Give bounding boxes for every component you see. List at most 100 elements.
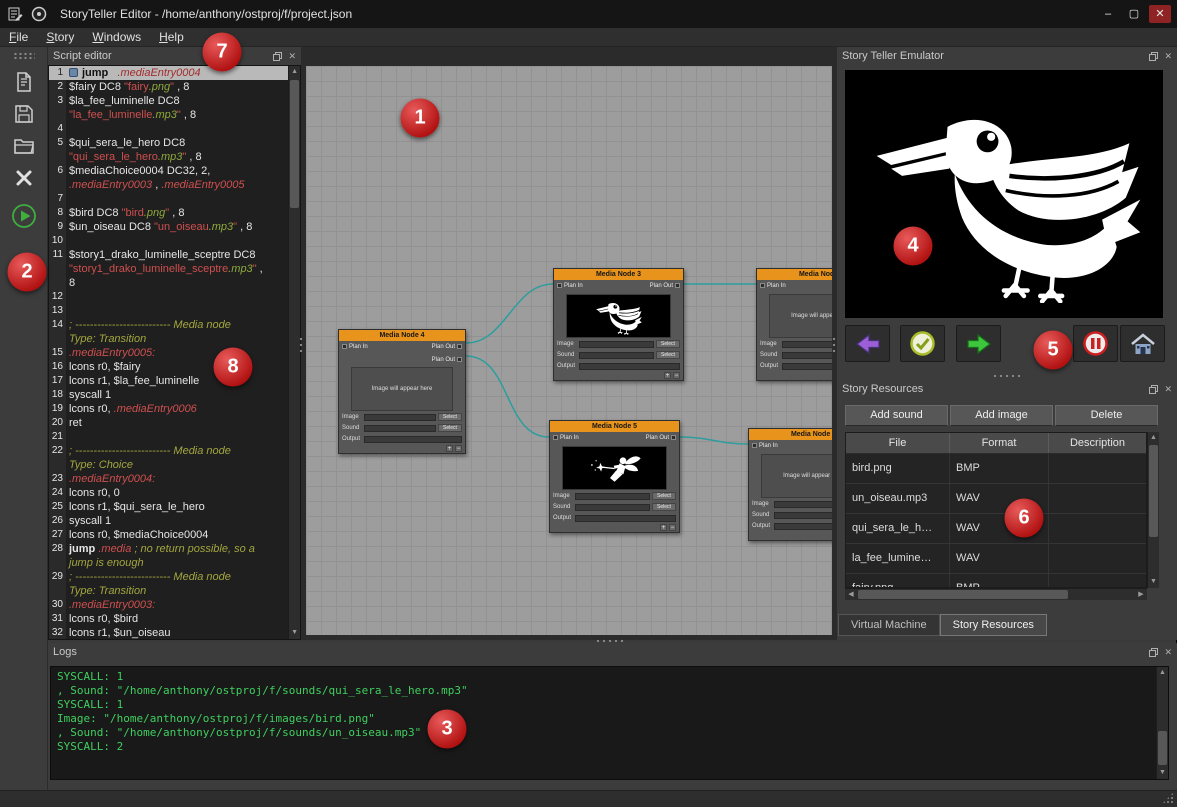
code-line[interactable]: 32lcons r1, $un_oiseau (49, 626, 288, 639)
code-line[interactable]: Type: Transition (49, 584, 288, 598)
plan-out-port[interactable]: Plan Out (432, 344, 464, 350)
float-panel-icon[interactable] (1149, 52, 1158, 61)
code-line[interactable]: 23.mediaEntry0004: (49, 472, 288, 486)
code-line[interactable]: 8$bird DC8 "bird.png" , 8 (49, 206, 288, 220)
scroll-left-icon[interactable]: ◀ (845, 589, 857, 601)
media-node[interactable]: Media Node 1Plan InPlan OutImage will ap… (756, 268, 832, 381)
float-panel-icon[interactable] (1149, 648, 1158, 657)
close-button[interactable]: ✕ (1149, 5, 1171, 23)
node-remove-icon[interactable]: − (669, 524, 676, 531)
select-image-button[interactable]: Select (656, 340, 680, 348)
code-line[interactable]: "qui_sera_le_hero.mp3" , 8 (49, 150, 288, 164)
scroll-down-icon[interactable]: ▼ (289, 627, 300, 639)
table-row[interactable]: fairy.pngBMP (846, 574, 1146, 588)
column-header-file[interactable]: File (846, 433, 950, 453)
node-add-icon[interactable]: + (446, 445, 453, 452)
menu-help[interactable]: Help (150, 29, 193, 45)
log-lines[interactable]: SYSCALL: 1, Sound: "/home/anthony/ostpro… (51, 667, 1156, 779)
plan-out-port[interactable]: Plan Out (432, 357, 464, 363)
node-add-icon[interactable]: + (664, 372, 671, 379)
node-add-icon[interactable]: + (660, 524, 667, 531)
plan-in-port[interactable]: Plan In (551, 435, 579, 441)
new-script-button[interactable] (8, 67, 40, 97)
menu-windows[interactable]: Windows (83, 29, 150, 45)
plan-in-port[interactable]: Plan In (555, 283, 583, 289)
code-line[interactable]: 11$story1_drako_luminelle_sceptre DC8 (49, 248, 288, 262)
menu-story[interactable]: Story (37, 29, 83, 45)
close-panel-icon[interactable]: ✕ (1164, 385, 1172, 394)
plan-out-port[interactable]: Plan Out (646, 435, 678, 441)
code-line[interactable]: jump is enough (49, 556, 288, 570)
splitter-canvas-logs[interactable] (595, 639, 625, 643)
code-line[interactable]: 1jump .mediaEntry0004 (49, 66, 288, 80)
column-header-format[interactable]: Format (950, 433, 1049, 453)
table-hscrollbar[interactable]: ◀ ▶ (845, 588, 1147, 600)
plan-in-port[interactable]: Plan In (340, 344, 368, 350)
plan-out-port[interactable]: Plan Out (650, 283, 682, 289)
image-field[interactable] (575, 493, 650, 500)
run-button[interactable] (8, 201, 40, 231)
delete-button[interactable]: Delete (1055, 405, 1158, 426)
scroll-thumb[interactable] (290, 80, 299, 208)
plan-in-port[interactable]: Plan In (750, 443, 778, 449)
save-button[interactable] (8, 99, 40, 129)
select-sound-button[interactable]: Select (652, 503, 676, 511)
splitter-editor-canvas[interactable] (299, 336, 303, 356)
code-line[interactable]: 15.mediaEntry0005: (49, 346, 288, 360)
table-row[interactable]: la_fee_lumine…WAV (846, 544, 1146, 574)
node-title[interactable]: Media Node 3 (554, 269, 683, 280)
code-line[interactable]: 27lcons r0, $mediaChoice0004 (49, 528, 288, 542)
emulator-next-button[interactable] (956, 325, 1001, 362)
menu-file[interactable]: File (0, 29, 37, 45)
code-line[interactable]: 29; -------------------------- Media nod… (49, 570, 288, 584)
node-remove-icon[interactable]: − (455, 445, 462, 452)
output-field[interactable] (782, 363, 832, 370)
plan-in-port[interactable]: Plan In (758, 283, 786, 289)
media-node[interactable]: Media Node 6Plan InPlan OutImage will ap… (748, 428, 832, 541)
code-line[interactable]: 20ret (49, 416, 288, 430)
scroll-down-icon[interactable]: ▼ (1148, 576, 1159, 588)
code-line[interactable]: 6$mediaChoice0004 DC32, 2, (49, 164, 288, 178)
sound-field[interactable] (575, 504, 650, 511)
image-field[interactable] (364, 414, 436, 421)
code-line[interactable]: Type: Choice (49, 458, 288, 472)
sound-field[interactable] (782, 352, 832, 359)
maximize-button[interactable]: ▢ (1123, 5, 1145, 23)
tab-virtual-machine[interactable]: Virtual Machine (838, 614, 940, 636)
splitter-canvas-right[interactable] (832, 336, 836, 356)
table-row[interactable]: qui_sera_le_h…WAV (846, 514, 1146, 544)
node-graph-canvas[interactable]: Media Node 4Plan InPlan OutPlan OutImage… (306, 66, 832, 635)
table-row[interactable]: bird.pngBMP (846, 454, 1146, 484)
emulator-ok-button[interactable] (900, 325, 945, 362)
sound-field[interactable] (364, 425, 436, 432)
media-node[interactable]: Media Node 4Plan InPlan OutPlan OutImage… (338, 329, 466, 454)
add-sound-button[interactable]: Add sound (845, 405, 948, 426)
code-line[interactable]: "story1_drako_luminelle_sceptre.mp3" , (49, 262, 288, 276)
code-line[interactable]: 17lcons r1, $la_fee_luminelle (49, 374, 288, 388)
media-node[interactable]: Media Node 5Plan InPlan Out ImageSelectS… (549, 420, 680, 533)
image-field[interactable] (782, 341, 832, 348)
toolbar-drag-handle[interactable] (13, 52, 35, 59)
logs-scrollbar[interactable]: ▲ ▼ (1156, 667, 1168, 779)
float-panel-icon[interactable] (273, 52, 282, 61)
code-line[interactable]: 14; -------------------------- Media nod… (49, 318, 288, 332)
select-sound-button[interactable]: Select (656, 351, 680, 359)
close-panel-icon[interactable]: ✕ (1164, 52, 1172, 61)
code-line[interactable]: Type: Transition (49, 332, 288, 346)
open-button[interactable] (8, 131, 40, 161)
output-field[interactable] (774, 523, 832, 530)
scroll-thumb[interactable] (1158, 731, 1167, 765)
scroll-up-icon[interactable]: ▲ (289, 66, 300, 78)
image-field[interactable] (579, 341, 654, 348)
app-logo-icon[interactable] (30, 5, 48, 23)
table-row[interactable]: un_oiseau.mp3WAV (846, 484, 1146, 514)
scroll-down-icon[interactable]: ▼ (1157, 767, 1168, 779)
scroll-thumb[interactable] (858, 590, 1068, 599)
select-image-button[interactable]: Select (652, 492, 676, 500)
code-line[interactable]: 8 (49, 276, 288, 290)
code-line[interactable]: .mediaEntry0003 , .mediaEntry0005 (49, 178, 288, 192)
scroll-up-icon[interactable]: ▲ (1157, 667, 1168, 679)
select-image-button[interactable]: Select (438, 413, 462, 421)
code-line[interactable]: 26syscall 1 (49, 514, 288, 528)
code-line[interactable]: 31lcons r0, $bird (49, 612, 288, 626)
